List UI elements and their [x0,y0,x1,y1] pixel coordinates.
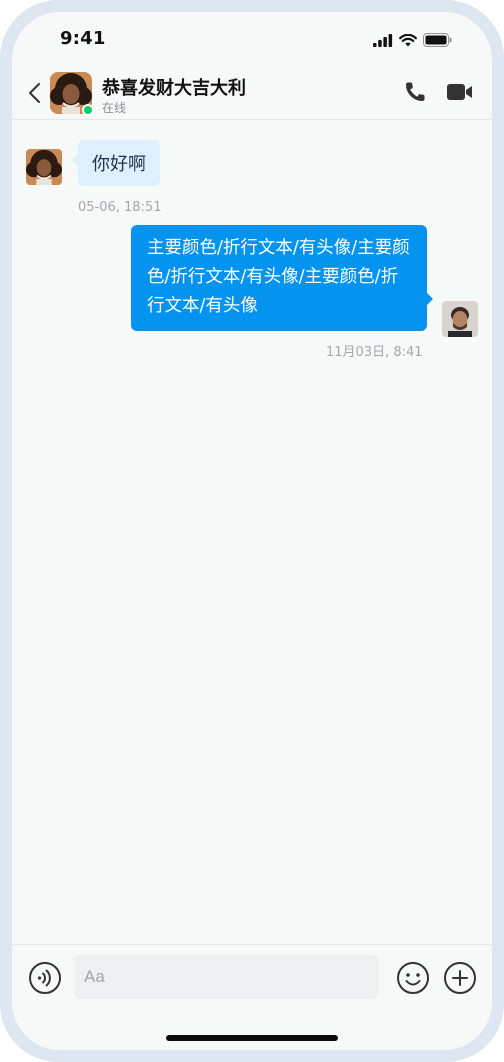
home-indicator [166,1035,338,1041]
online-status-dot [82,104,94,116]
voice-icon[interactable] [28,961,62,995]
chat-header: 恭喜发财大吉大利 在线 [12,68,492,120]
message-input[interactable] [74,955,379,999]
outgoing-message-bubble[interactable]: 主要颜色/折行文本/有头像/主要颜色/折行文本/有头像/主要颜色/折行文本/有头… [131,225,433,331]
incoming-message-bubble[interactable]: 你好啊 [72,140,160,186]
outgoing-message-time: 11月03日, 8:41 [326,345,423,360]
video-camera-icon[interactable] [445,80,475,104]
signal-icon [373,33,393,47]
message-list[interactable]: 你好啊 05-06, 18:51 主要颜色/折行文本/有头像/主要颜色/折行文本… [12,120,492,944]
status-icons [373,32,452,48]
incoming-message-time: 05-06, 18:51 [78,200,162,215]
chevron-left-icon[interactable] [24,81,46,105]
emoji-icon[interactable] [396,961,430,995]
message-input-bar [12,944,492,1050]
phone-frame: 9:41 恭喜发财大吉大利 在线 你好啊 05-06, 18:51 主要颜色/折… [0,0,504,1062]
status-bar: 9:41 [12,12,492,68]
status-time: 9:41 [60,28,106,49]
phone-icon[interactable] [403,80,427,104]
outgoing-avatar[interactable] [442,301,478,337]
contact-name: 恭喜发财大吉大利 [102,78,246,99]
contact-avatar[interactable] [50,72,94,116]
battery-icon [423,33,452,47]
chat-screen: 9:41 恭喜发财大吉大利 在线 你好啊 05-06, 18:51 主要颜色/折… [12,12,492,1050]
incoming-avatar[interactable] [26,149,62,185]
wifi-icon [399,33,417,47]
contact-status: 在线 [102,101,127,115]
plus-icon[interactable] [443,961,477,995]
